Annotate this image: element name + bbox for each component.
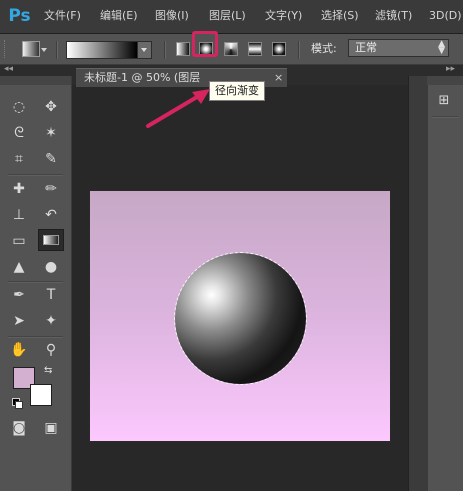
mode-select[interactable]: 正常 ▲ ▼ <box>348 39 449 57</box>
menu-file[interactable]: 文件(F) <box>44 8 81 24</box>
marquee-tool-icon[interactable]: ◌ <box>8 97 30 117</box>
menu-filter[interactable]: 滤镜(T) <box>375 8 412 24</box>
tools-separator <box>8 174 63 176</box>
gradient-picker-dropdown[interactable] <box>137 41 152 59</box>
blur-tool-icon[interactable]: ▲ <box>8 257 30 277</box>
gradient-swatch-icon <box>43 235 59 245</box>
brush-tool-icon[interactable]: ✏ <box>40 179 62 199</box>
menu-edit[interactable]: 编辑(E) <box>100 8 138 24</box>
panel-dock-header[interactable] <box>427 76 463 85</box>
circle-selection-outline <box>174 252 307 385</box>
screen-mode-icon[interactable]: ▣ <box>40 418 62 438</box>
menu-bar: Ps 文件(F) 编辑(E) 图像(I) 图层(L) 文字(Y) 选择(S) 滤… <box>0 0 463 34</box>
radial-gradient-highlight-box <box>192 31 218 57</box>
lasso-tool-icon[interactable]: ᘓ <box>8 123 30 143</box>
quick-mask-icon[interactable]: ◙ <box>8 418 30 438</box>
dodge-tool-icon[interactable]: ● <box>40 257 62 277</box>
eyedropper-tool-icon[interactable]: ✎ <box>40 149 62 169</box>
clone-stamp-tool-icon[interactable]: ⊥ <box>8 205 30 225</box>
dock-separator <box>432 116 458 118</box>
menu-type[interactable]: 文字(Y) <box>265 8 302 24</box>
mode-label: 模式: <box>311 42 337 55</box>
options-separator <box>56 41 58 59</box>
options-bar-grip[interactable] <box>4 40 9 58</box>
tool-preset-dropdown-arrow[interactable] <box>41 48 47 52</box>
linear-gradient-icon[interactable] <box>176 42 190 56</box>
options-separator <box>164 41 166 59</box>
diamond-gradient-icon[interactable] <box>272 42 286 56</box>
swap-colors-icon[interactable]: ⇆ <box>44 365 52 376</box>
annotation-arrow-icon <box>146 89 210 128</box>
background-color-swatch[interactable] <box>30 384 52 406</box>
pen-tool-icon[interactable]: ✒ <box>8 285 30 305</box>
path-selection-tool-icon[interactable]: ➤ <box>8 311 30 331</box>
photoshop-window: Ps 文件(F) 编辑(E) 图像(I) 图层(L) 文字(Y) 选择(S) 滤… <box>0 0 463 491</box>
hand-tool-icon[interactable]: ✋ <box>8 340 30 360</box>
options-separator <box>298 41 300 59</box>
menu-select[interactable]: 选择(S) <box>321 8 359 24</box>
move-tool-icon[interactable]: ✥ <box>40 97 62 117</box>
eraser-tool-icon[interactable]: ▭ <box>8 231 30 251</box>
chevron-up-down-icon: ▲ ▼ <box>438 39 445 56</box>
menu-image[interactable]: 图像(I) <box>155 8 189 24</box>
panel-dock <box>427 76 463 491</box>
photoshop-logo: Ps <box>8 6 31 26</box>
close-icon[interactable]: × <box>274 69 283 86</box>
tools-separator <box>8 336 63 338</box>
zoom-tool-icon[interactable]: ⚲ <box>40 340 62 360</box>
angle-gradient-icon[interactable] <box>224 42 238 56</box>
history-panel-icon[interactable]: ⊞ <box>436 93 452 109</box>
type-tool-icon[interactable]: T <box>40 285 62 305</box>
mode-select-value: 正常 <box>355 41 377 54</box>
magic-wand-tool-icon[interactable]: ✶ <box>40 123 62 143</box>
tools-panel-header[interactable] <box>0 76 71 85</box>
menu-3d[interactable]: 3D(D) <box>429 8 462 24</box>
tool-preset-icon[interactable] <box>22 41 40 57</box>
menu-layer[interactable]: 图层(L) <box>209 8 246 24</box>
collapse-left-icon[interactable]: ◂◂ <box>4 64 13 74</box>
history-brush-tool-icon[interactable]: ↶ <box>40 205 62 225</box>
tools-separator <box>8 281 63 283</box>
gradient-tool-icon[interactable] <box>38 229 64 251</box>
default-colors-icon[interactable] <box>12 398 23 409</box>
collapse-right-icon[interactable]: ▸▸ <box>446 64 455 74</box>
collapsed-panel-column <box>408 76 427 491</box>
healing-brush-tool-icon[interactable]: ✚ <box>8 179 30 199</box>
crop-tool-icon[interactable]: ⌗ <box>8 149 30 169</box>
custom-shape-tool-icon[interactable]: ✦ <box>40 311 62 331</box>
reflected-gradient-icon[interactable] <box>248 42 262 56</box>
gradient-picker[interactable] <box>66 41 138 59</box>
